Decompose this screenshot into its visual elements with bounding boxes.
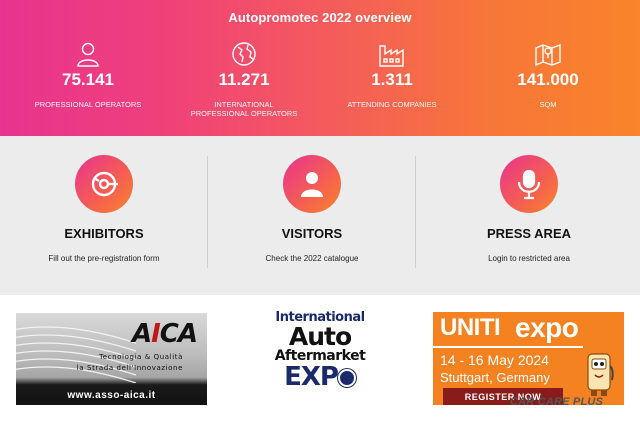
overview-banner: Autopromotec 2022 overview 75.141 PROFES… [0, 0, 640, 136]
fuel-pump-mascot-icon [587, 353, 614, 396]
stat-value: 75.141 [62, 70, 114, 89]
stat-international-operators: 11.271 INTERNATIONAL PROFESSIONAL OPERAT… [164, 40, 324, 118]
globe-icon [232, 42, 256, 66]
stat-label: SQM [539, 100, 557, 109]
wrench-icon [91, 171, 118, 197]
stat-label: ATTENDING COMPANIES [347, 100, 437, 109]
map-icon [535, 43, 561, 67]
stat-label: PROFESSIONAL OPERATORS [34, 100, 142, 109]
card-subtitle[interactable]: Fill out the pre-registration form [0, 254, 208, 263]
uniti-brand: UNITI [440, 314, 501, 341]
aica-tagline-1: Tecnologia & Qualità [99, 353, 183, 361]
iaae-line-2: Auto [288, 322, 352, 351]
card-title[interactable]: VISITORS [208, 226, 416, 241]
card-subtitle[interactable]: Login to restricted area [425, 254, 633, 263]
car-care-plus-watermark: CAR CARE PLUS [510, 396, 604, 408]
iaae-line-4: EXP [272, 364, 368, 390]
iaae-logo[interactable]: International Auto Aftermarket EXP [272, 311, 368, 407]
uniti-expo-banner[interactable]: UNITI expo 14 - 16 May 2024 Stuttgart, G… [433, 312, 624, 405]
card-subtitle[interactable]: Check the 2022 catalogue [208, 254, 416, 263]
card-press-area[interactable]: PRESS AREA Login to restricted area [425, 136, 633, 295]
divider [415, 156, 416, 268]
card-icon-circle [500, 155, 558, 213]
card-title[interactable]: EXHIBITORS [0, 226, 208, 241]
stat-professional-operators: 75.141 PROFESSIONAL OPERATORS [8, 40, 168, 109]
partner-logos: AICA Tecnologia & Qualità la Strada dell… [0, 295, 640, 423]
user-icon [77, 42, 99, 67]
uniti-dates: 14 - 16 May 2024 [440, 352, 549, 368]
card-visitors[interactable]: VISITORS Check the 2022 catalogue [208, 136, 416, 295]
stat-attending-companies: 1.311 ATTENDING COMPANIES [312, 40, 472, 109]
globe-icon [337, 369, 356, 387]
stat-value: 1.311 [371, 70, 413, 89]
card-exhibitors[interactable]: EXHIBITORS Fill out the pre-registration… [0, 136, 208, 295]
stat-value: 141.000 [517, 70, 579, 89]
card-icon-circle [283, 155, 341, 213]
stat-value: 11.271 [218, 70, 270, 89]
card-icon-circle [75, 155, 133, 213]
person-icon [301, 172, 323, 197]
aica-brand: AICA [131, 319, 198, 349]
overview-title: Autopromotec 2022 overview [228, 10, 412, 25]
factory-icon [379, 45, 404, 67]
action-cards: EXHIBITORS Fill out the pre-registration… [0, 136, 640, 295]
expo-brand: expo [515, 312, 579, 343]
stat-label: INTERNATIONAL PROFESSIONAL OPERATORS [190, 100, 298, 118]
divider [433, 346, 583, 348]
aica-logo[interactable]: AICA Tecnologia & Qualità la Strada dell… [16, 313, 207, 405]
microphone-icon [517, 169, 541, 200]
aica-tagline-2: la Strada dell'Innovazione [76, 364, 183, 372]
uniti-location: Stuttgart, Germany [440, 370, 550, 385]
aica-url[interactable]: www.asso-aica.it [16, 390, 207, 401]
card-title[interactable]: PRESS AREA [425, 226, 633, 241]
stat-sqm: 141.000 SQM [468, 40, 628, 109]
